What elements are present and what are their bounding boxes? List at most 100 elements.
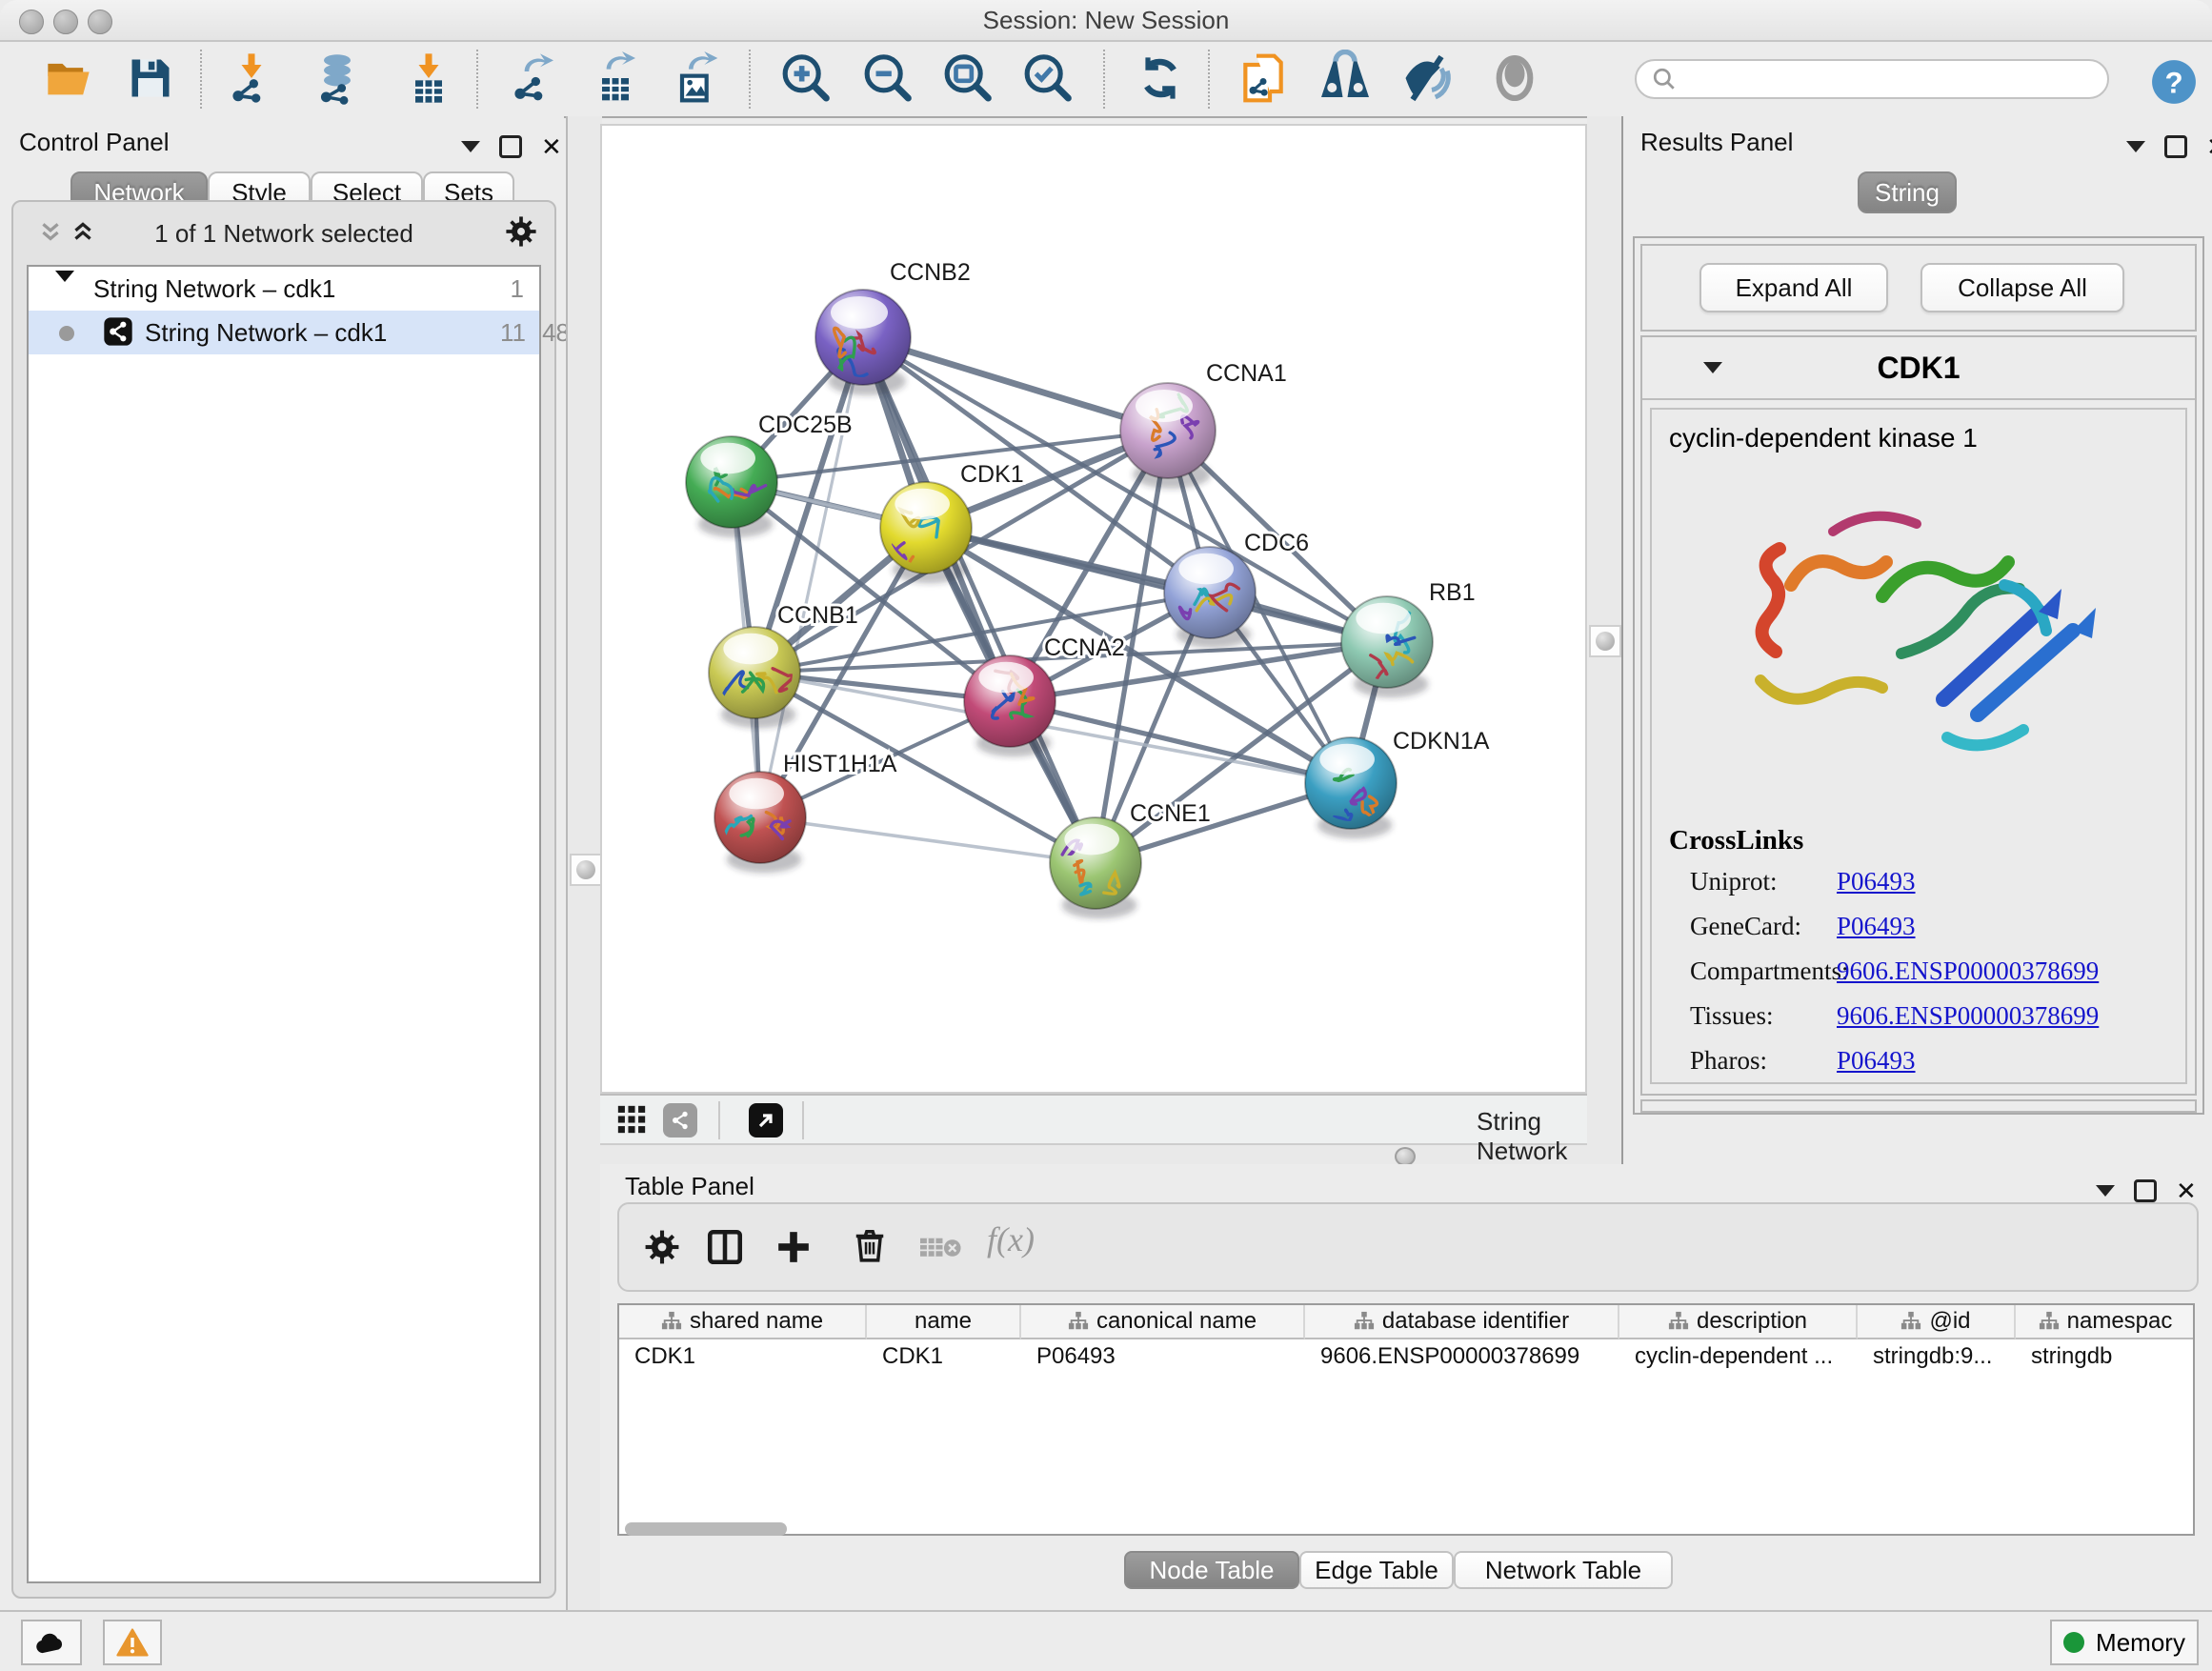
crosslink-link[interactable]: 9606.ENSP00000378699 (1837, 956, 2099, 986)
network-row[interactable]: String Network – cdk1 11 48 (29, 311, 539, 354)
node-RB1[interactable]: RB1 (1341, 579, 1476, 697)
control-panel-title: Control Panel (19, 128, 170, 157)
node-CCNA1[interactable]: CCNA1 (1120, 360, 1287, 489)
crosslink-link[interactable]: P06493 (1837, 912, 1916, 941)
export-network-icon[interactable] (505, 50, 562, 107)
open-view-icon[interactable] (749, 1103, 783, 1137)
edge-CCNB2-CCNE1[interactable] (863, 337, 1096, 863)
node-HIST1H1A[interactable]: HIST1H1A (714, 751, 897, 873)
titlebar: Session: New Session (0, 0, 2212, 42)
tab-string[interactable]: String (1858, 171, 1957, 213)
column-type-icon (1900, 1311, 1921, 1332)
export-table-icon[interactable] (587, 50, 644, 107)
table-options-gear-icon[interactable] (644, 1229, 680, 1265)
gene-section-header[interactable]: CDK1 (1642, 337, 2195, 400)
right-splitter[interactable] (1587, 116, 1621, 1164)
zoom-in-icon[interactable] (775, 50, 833, 107)
expand-all-button[interactable]: Expand All (1699, 263, 1888, 312)
edge-HIST1H1A-CCNE1[interactable] (760, 817, 1096, 863)
control-panel-close-icon[interactable]: ✕ (541, 137, 562, 156)
left-splitter[interactable] (566, 116, 602, 1610)
zoom-out-icon[interactable] (857, 50, 915, 107)
node-CCNB2[interactable]: CCNB2 (815, 259, 971, 395)
network-overview-binoculars-icon[interactable] (1317, 50, 1374, 107)
add-column-icon[interactable] (775, 1229, 812, 1265)
control-panel-menu-icon[interactable] (461, 141, 480, 152)
crosslink-label: GeneCard: (1690, 912, 1837, 941)
import-network-file-icon[interactable] (223, 50, 280, 107)
node-table[interactable]: shared nameCDK1nameCDK1canonical nameP06… (617, 1303, 2195, 1536)
column-type-icon (1668, 1311, 1689, 1332)
duplicate-network-icon[interactable] (1235, 50, 1292, 107)
node-CDKN1A[interactable]: CDKN1A (1305, 728, 1490, 838)
collection-expander-icon[interactable] (55, 282, 74, 312)
export-image-icon[interactable] (667, 50, 724, 107)
table-scrollbar-thumb[interactable] (625, 1522, 787, 1536)
column-header--id[interactable]: @id (1858, 1305, 2016, 1339)
edge-CCNB2-HIST1H1A[interactable] (760, 337, 863, 817)
node-CDC6[interactable]: CDC6 (1164, 530, 1309, 648)
save-session-icon[interactable] (122, 50, 179, 107)
network-collection-row[interactable]: String Network – cdk1 1 (29, 267, 539, 311)
column-header-database-identifier[interactable]: database identifier (1305, 1305, 1619, 1339)
delete-table-icon[interactable] (920, 1235, 962, 1261)
crosslink-link[interactable]: P06493 (1837, 1046, 1916, 1076)
results-panel-close-icon[interactable]: ✕ (2206, 137, 2212, 156)
column-header-description[interactable]: description (1619, 1305, 1858, 1339)
left-splitter-handle[interactable] (570, 854, 602, 886)
column-header-namespac[interactable]: namespac (2016, 1305, 2195, 1339)
cloud-status-button[interactable] (21, 1620, 82, 1665)
table-cell[interactable]: cyclin-dependent ... (1619, 1339, 1858, 1374)
column-header-shared-name[interactable]: shared name (619, 1305, 867, 1339)
tab-node-table[interactable]: Node Table (1124, 1551, 1299, 1589)
show-graphics-details-icon[interactable] (1486, 50, 1543, 107)
import-table-icon[interactable] (400, 50, 457, 107)
horizontal-splitter-handle[interactable] (1395, 1147, 1416, 1166)
crosslink-link[interactable]: 9606.ENSP00000378699 (1837, 1001, 2099, 1031)
crosslink-link[interactable]: P06493 (1837, 867, 1916, 896)
column-header-name[interactable]: name (867, 1305, 1021, 1339)
network-options-gear-icon[interactable] (505, 215, 537, 248)
warning-status-button[interactable] (103, 1620, 162, 1665)
memory-button[interactable]: Memory (2050, 1620, 2199, 1665)
delete-column-trash-icon[interactable] (852, 1227, 888, 1263)
table-cell[interactable]: stringdb (2016, 1339, 2195, 1374)
tab-network-table[interactable]: Network Table (1454, 1551, 1673, 1589)
network-nodes: CCNB2CCNA1CDC25BCDK1CDC6RB1CCNB1CCNA2CDK… (686, 259, 1490, 918)
table-cell[interactable]: CDK1 (619, 1339, 867, 1374)
node-CDC25B[interactable]: CDC25B (686, 412, 853, 537)
table-horizontal-scrollbar[interactable] (617, 1520, 2195, 1538)
search-field[interactable] (1686, 64, 2107, 94)
view-grid-icon[interactable] (615, 1103, 648, 1136)
memory-label: Memory (2096, 1628, 2185, 1658)
help-icon[interactable]: ? (2145, 53, 2202, 111)
right-splitter-handle[interactable] (1589, 625, 1621, 657)
import-network-database-icon[interactable] (309, 50, 366, 107)
table-cell[interactable]: P06493 (1021, 1339, 1305, 1374)
node-label-CDK1: CDK1 (960, 461, 1024, 488)
control-panel-float-icon[interactable] (499, 135, 522, 158)
table-cell[interactable]: stringdb:9... (1858, 1339, 2016, 1374)
tab-edge-table[interactable]: Edge Table (1299, 1551, 1454, 1589)
hide-graphics-details-icon[interactable] (1398, 50, 1456, 107)
table-cell[interactable]: CDK1 (867, 1339, 1021, 1374)
function-builder-icon[interactable]: f(x) (987, 1219, 1035, 1259)
table-panel-close-icon[interactable]: ✕ (2176, 1181, 2197, 1200)
search-input[interactable] (1635, 59, 2109, 99)
results-panel-menu-icon[interactable] (2126, 141, 2145, 152)
table-panel-float-icon[interactable] (2134, 1179, 2157, 1202)
results-panel-float-icon[interactable] (2164, 135, 2187, 158)
collapse-all-button[interactable]: Collapse All (1920, 263, 2124, 312)
refresh-view-icon[interactable] (1132, 50, 1189, 107)
show-columns-icon[interactable] (705, 1227, 745, 1267)
node-CCNB1[interactable]: CCNB1 (709, 602, 858, 728)
column-label: description (1697, 1308, 1807, 1335)
zoom-selected-icon[interactable] (1017, 50, 1075, 107)
open-session-icon[interactable] (40, 50, 97, 107)
table-cell[interactable]: 9606.ENSP00000378699 (1305, 1339, 1619, 1374)
view-network-badge-icon[interactable] (663, 1103, 697, 1137)
table-panel-menu-icon[interactable] (2096, 1185, 2115, 1197)
network-canvas[interactable]: CCNB2CCNA1CDC25BCDK1CDC6RB1CCNB1CCNA2CDK… (600, 124, 1587, 1094)
zoom-fit-icon[interactable] (937, 50, 995, 107)
column-header-canonical-name[interactable]: canonical name (1021, 1305, 1305, 1339)
